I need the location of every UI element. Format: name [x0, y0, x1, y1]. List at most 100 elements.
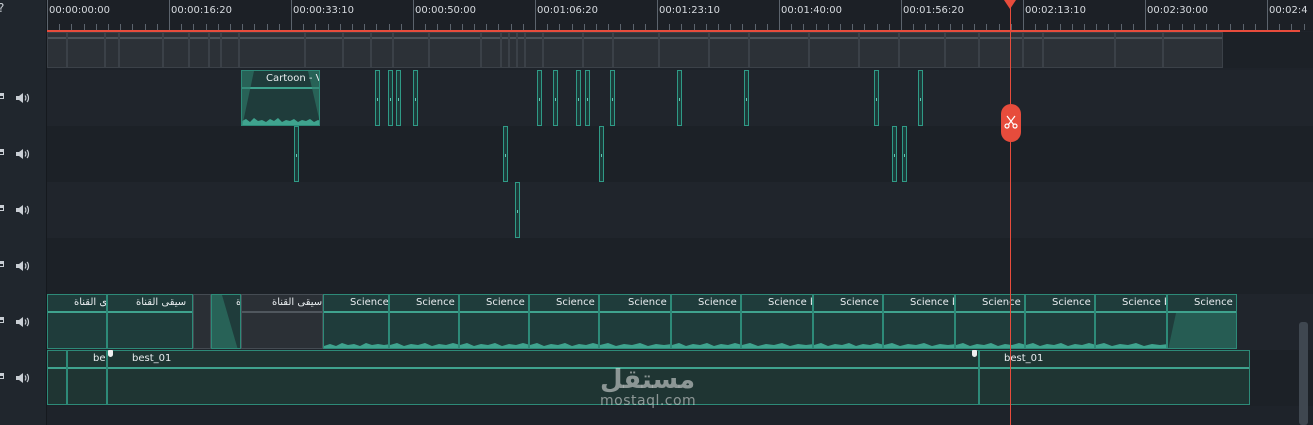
voice-clip[interactable]	[47, 350, 67, 405]
music-clip[interactable]: Science b	[599, 294, 671, 349]
thumbnail-clip[interactable]	[899, 32, 945, 68]
narrow-clip[interactable]	[585, 70, 590, 126]
thumbnail-clip[interactable]	[429, 32, 481, 68]
speaker-icon[interactable]	[14, 203, 34, 217]
music-clip[interactable]: ى القناة	[47, 294, 107, 349]
music-clip[interactable]: Science b	[671, 294, 741, 349]
thumbnail-clip[interactable]	[583, 32, 613, 68]
ruler-tick	[291, 0, 292, 31]
speaker-icon[interactable]	[14, 259, 34, 273]
thumbnail-clip[interactable]	[189, 32, 209, 68]
music-clip[interactable]: سيقى القناة	[241, 294, 323, 349]
clip-cartoon[interactable]: Cartoon - V	[241, 70, 320, 126]
music-clip[interactable]: سيقى القناة	[107, 294, 193, 349]
thumbnail-clip[interactable]	[393, 32, 429, 68]
thumbnail-clip[interactable]	[509, 32, 517, 68]
music-clip[interactable]: Science b	[813, 294, 883, 349]
thumbnail-clip[interactable]	[1115, 32, 1163, 68]
thumbnail-clip[interactable]	[481, 32, 501, 68]
track-controls-3	[0, 203, 40, 217]
thumbnail-clip[interactable]	[525, 32, 543, 68]
thumbnail-clip[interactable]	[67, 32, 105, 68]
narrow-clip[interactable]	[375, 70, 380, 126]
lock-icon[interactable]	[0, 261, 4, 267]
thumbnail-clip[interactable]	[119, 32, 163, 68]
thumbnail-clip[interactable]	[517, 32, 525, 68]
speaker-icon[interactable]	[14, 91, 34, 105]
thumbnail-clip[interactable]	[343, 32, 371, 68]
thumbnail-clip[interactable]	[305, 32, 343, 68]
lock-icon[interactable]	[0, 205, 4, 211]
music-clip[interactable]: Science b	[529, 294, 599, 349]
music-clip[interactable]: Science b	[389, 294, 459, 349]
thumbnail-clip[interactable]	[809, 32, 859, 68]
narrow-clip[interactable]	[294, 126, 299, 182]
narrow-clip[interactable]	[576, 70, 581, 126]
thumbnail-clip[interactable]	[1043, 32, 1115, 68]
track-3	[47, 182, 1313, 238]
thumbnail-clip[interactable]	[945, 32, 979, 68]
thumbnail-clip[interactable]	[749, 32, 809, 68]
thumbnail-clip[interactable]	[239, 32, 305, 68]
thumbnail-clip[interactable]	[613, 32, 659, 68]
narrow-clip[interactable]	[744, 70, 749, 126]
thumbnail-clip[interactable]	[543, 32, 583, 68]
narrow-clip[interactable]	[677, 70, 682, 126]
voice-clip[interactable]: best_01	[107, 350, 979, 405]
thumbnail-clip[interactable]	[105, 32, 119, 68]
playhead[interactable]	[1010, 0, 1011, 425]
thumbnail-clip[interactable]	[659, 32, 709, 68]
thumbnail-clip[interactable]	[1163, 32, 1223, 68]
voice-clip[interactable]: be	[67, 350, 107, 405]
thumbnail-clip[interactable]	[47, 32, 67, 68]
music-clip[interactable]: Science b	[1095, 294, 1167, 349]
voice-clip[interactable]: best_01	[979, 350, 1250, 405]
narrow-clip[interactable]	[610, 70, 615, 126]
music-clip[interactable]: ة	[211, 294, 241, 349]
thumbnail-clip[interactable]	[859, 32, 899, 68]
lock-icon[interactable]	[0, 373, 4, 379]
narrow-clip[interactable]	[902, 126, 907, 182]
speaker-icon[interactable]	[14, 371, 34, 385]
speaker-icon[interactable]	[14, 315, 34, 329]
marker-icon[interactable]	[108, 350, 113, 357]
narrow-clip[interactable]	[553, 70, 558, 126]
scissors-button[interactable]	[1001, 104, 1021, 142]
narrow-clip[interactable]	[892, 126, 897, 182]
marker-icon[interactable]	[972, 350, 977, 357]
help-icon[interactable]: ?	[0, 1, 4, 15]
music-clip[interactable]: Science b	[883, 294, 955, 349]
narrow-clip[interactable]	[396, 70, 401, 126]
thumbnail-clip[interactable]	[1023, 32, 1043, 68]
speaker-icon[interactable]	[14, 147, 34, 161]
music-clip[interactable]: Science b	[955, 294, 1025, 349]
narrow-clip[interactable]	[388, 70, 393, 126]
music-clip[interactable]: Science b	[1025, 294, 1095, 349]
vertical-scrollbar[interactable]	[1299, 322, 1308, 425]
time-ruler[interactable]: 00:00:00:00 00:00:16:20 00:00:33:10 00:0…	[47, 0, 1313, 31]
thumbnail-clip[interactable]	[163, 32, 189, 68]
thumbnail-clip[interactable]	[209, 32, 221, 68]
lock-icon[interactable]	[0, 317, 4, 323]
lock-icon[interactable]	[0, 149, 4, 155]
playhead-handle[interactable]	[1004, 0, 1016, 9]
narrow-clip[interactable]	[874, 70, 879, 126]
narrow-clip[interactable]	[413, 70, 418, 126]
thumbnail-clip[interactable]	[371, 32, 393, 68]
thumbnail-clip[interactable]	[501, 32, 509, 68]
music-clip-gap[interactable]	[193, 294, 211, 349]
narrow-clip[interactable]	[503, 126, 508, 182]
thumbnail-clip[interactable]	[221, 32, 239, 68]
narrow-clip[interactable]	[515, 182, 520, 238]
music-clip[interactable]: Science b	[1167, 294, 1237, 349]
thumbnail-clip[interactable]	[979, 32, 1023, 68]
music-clip[interactable]: Science b	[459, 294, 529, 349]
music-clip[interactable]: Science	[323, 294, 389, 349]
narrow-clip[interactable]	[918, 70, 923, 126]
track-controls-6	[0, 371, 40, 385]
narrow-clip[interactable]	[599, 126, 604, 182]
lock-icon[interactable]	[0, 93, 4, 99]
music-clip[interactable]: Science b	[741, 294, 813, 349]
narrow-clip[interactable]	[537, 70, 542, 126]
thumbnail-clip[interactable]	[709, 32, 749, 68]
